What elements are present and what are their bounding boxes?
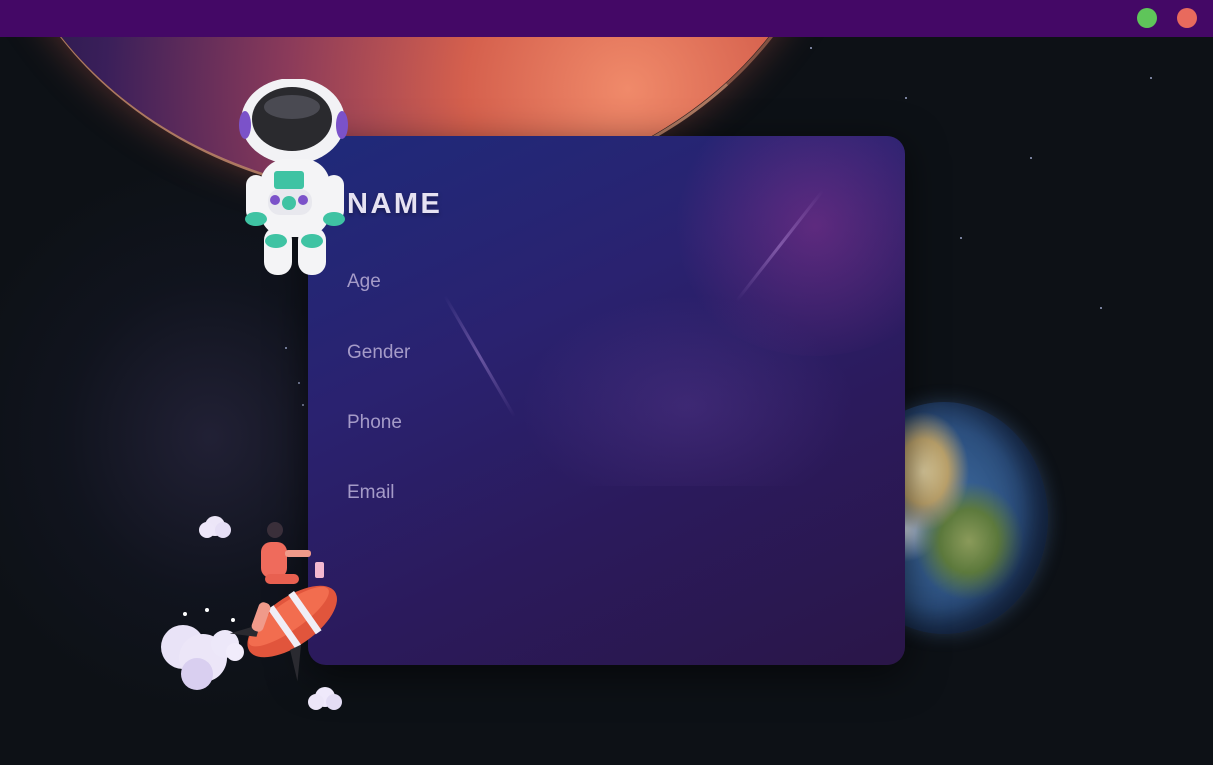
- maximize-button[interactable]: [1137, 8, 1157, 28]
- star: [1100, 307, 1102, 309]
- cloud-icon: [308, 687, 342, 710]
- close-button[interactable]: [1177, 8, 1197, 28]
- light-beam: [443, 294, 516, 418]
- star: [1030, 157, 1032, 159]
- title-bar: [0, 0, 1213, 37]
- star: [810, 47, 812, 49]
- profile-name: NAME: [347, 188, 443, 220]
- card-background-figures: [508, 286, 868, 486]
- phone-field: Phone: [347, 412, 402, 433]
- astronaut-icon: [239, 79, 348, 275]
- star: [960, 237, 962, 239]
- gender-field: Gender: [347, 342, 411, 363]
- email-field: Email: [347, 482, 395, 503]
- star: [1150, 77, 1152, 79]
- star: [302, 404, 304, 406]
- cloud-icon: [199, 516, 231, 538]
- star: [905, 97, 907, 99]
- star: [285, 347, 287, 349]
- star: [298, 382, 300, 384]
- profile-card: NAME Age Gender Phone Email: [308, 136, 905, 665]
